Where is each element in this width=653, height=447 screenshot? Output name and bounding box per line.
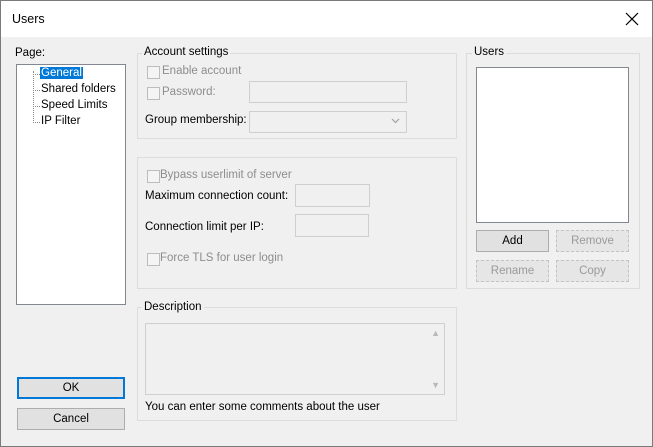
description-title: Description [142,301,204,313]
scroll-up-icon[interactable]: ▲ [431,328,440,338]
scroll-down-icon[interactable]: ▼ [431,380,440,390]
remove-user-button[interactable]: Remove [556,230,629,252]
password-label: Password: [162,86,216,98]
chevron-down-icon [391,116,400,128]
max-connection-field[interactable] [295,184,370,207]
conn-per-ip-field[interactable] [295,214,369,237]
tree-line [33,74,40,75]
group-membership-select[interactable] [249,111,407,133]
cancel-button[interactable]: Cancel [17,408,125,430]
tree-line [33,122,40,123]
password-field[interactable] [249,81,407,103]
add-user-button[interactable]: Add [476,230,549,252]
users-list[interactable] [476,67,629,223]
tree-line [33,90,40,91]
enable-account-checkbox[interactable] [147,66,160,79]
group-membership-label: Group membership: [145,114,247,126]
tree-item-general[interactable]: General [40,67,83,79]
tree-item-speed-limits[interactable]: Speed Limits [41,99,107,111]
page-label: Page: [15,47,46,59]
description-textarea[interactable]: ▲ ▼ [145,323,445,395]
tree-item-ip-filter[interactable]: IP Filter [41,115,80,127]
users-dialog: Users Page: General Shared folders Speed… [0,0,653,447]
title-bar: Users [1,1,652,37]
max-connection-label: Maximum connection count: [145,190,289,202]
rename-user-button[interactable]: Rename [476,260,549,282]
tree-line [33,106,40,107]
window-title: Users [12,12,45,26]
users-title: Users [472,46,507,58]
bypass-userlimit-label: Bypass userlimit of server [160,169,292,181]
password-checkbox[interactable] [147,87,160,100]
page-tree[interactable]: General Shared folders Speed Limits IP F… [16,64,126,305]
close-icon[interactable] [622,9,642,29]
enable-account-label: Enable account [162,65,242,77]
conn-per-ip-label: Connection limit per IP: [145,221,264,233]
copy-user-button[interactable]: Copy [556,260,629,282]
tree-line [33,71,34,123]
tree-item-shared-folders[interactable]: Shared folders [41,83,116,95]
force-tls-label: Force TLS for user login [160,252,284,264]
force-tls-checkbox[interactable] [147,253,160,266]
ok-button[interactable]: OK [17,377,125,399]
description-hint: You can enter some comments about the us… [145,401,380,413]
account-settings-title: Account settings [142,46,231,58]
bypass-userlimit-checkbox[interactable] [147,170,160,183]
